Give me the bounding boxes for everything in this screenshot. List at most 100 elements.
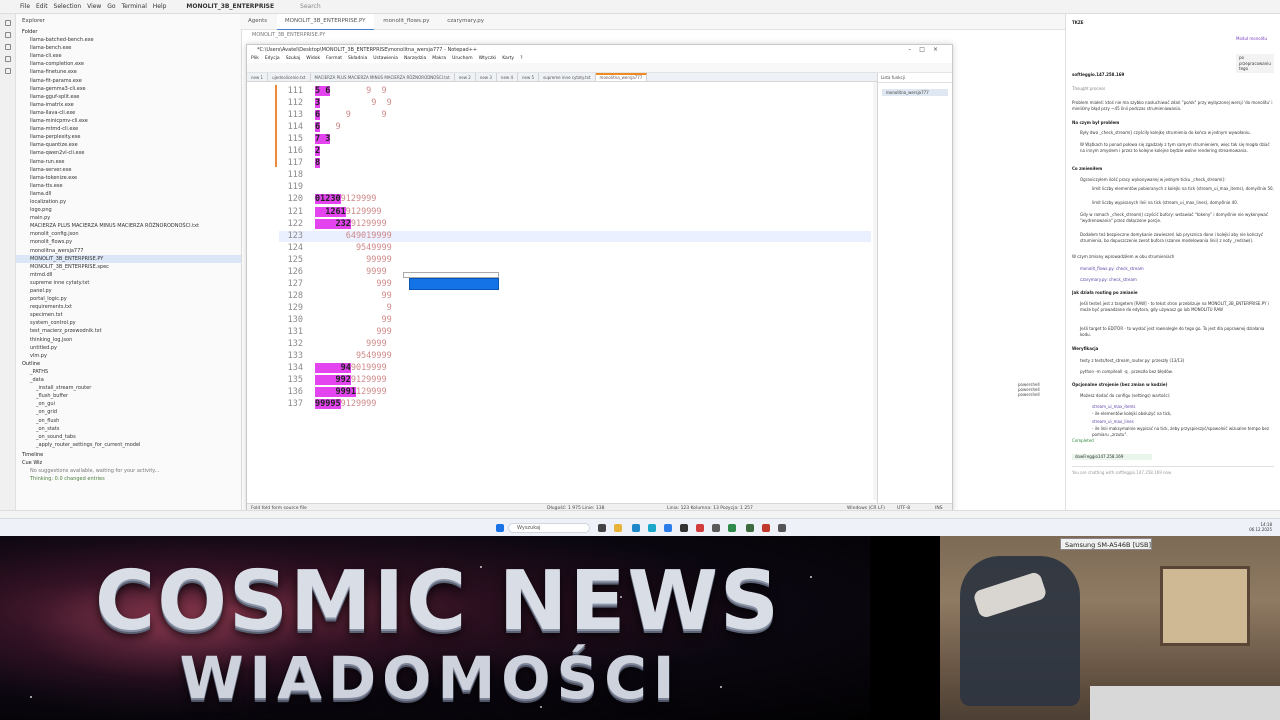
close-icon[interactable]: × <box>933 46 946 53</box>
vscode-icon[interactable] <box>664 524 672 532</box>
code-line[interactable]: 6 9 9 <box>315 110 387 121</box>
code-line[interactable]: 9 <box>315 303 392 314</box>
file-item[interactable]: MONOLIT_3B_ENTERPRISE.spec <box>16 263 241 271</box>
code-line[interactable]: 3 9 9 <box>315 98 392 109</box>
file-item[interactable]: llama-gemma3-cli.exe <box>16 85 241 93</box>
tab-monolit[interactable]: MONOLIT_3B_ENTERPRISE.PY <box>276 14 374 30</box>
npp-tab[interactable]: new 1 <box>247 73 269 81</box>
outline-item[interactable]: _on_gui <box>16 400 241 408</box>
tab-monolit-flows[interactable]: monolit_flows.py <box>375 14 437 30</box>
extensions-icon[interactable] <box>5 68 11 74</box>
file-item[interactable]: vlm.py <box>16 352 241 360</box>
code-line[interactable]: 5 6 9 9 <box>315 86 387 97</box>
file-item[interactable]: monolitna_wersja777 <box>16 247 241 255</box>
file-item[interactable]: llama.dll <box>16 190 241 198</box>
search-box[interactable]: Search <box>300 3 321 10</box>
npp-tab[interactable]: MACIERZA PLUS MACIERZA MINUS MACIERZA RÓ… <box>311 73 455 81</box>
chat-input[interactable]: You are chatting with softleggio.147.258… <box>1072 466 1274 476</box>
chat-code-link[interactable]: monolit_flows.py: check_stream <box>1072 266 1274 272</box>
code-line[interactable]: 999 <box>315 279 391 290</box>
menu-help[interactable]: Help <box>153 3 167 10</box>
menu-go[interactable]: Go <box>107 3 115 10</box>
file-item[interactable]: requirements.txt <box>16 303 241 311</box>
file-item[interactable]: llama-run.exe <box>16 158 241 166</box>
file-item[interactable]: llama-completion.exe <box>16 60 241 68</box>
chat-code-link[interactable]: czarymary.py: check_stream <box>1072 277 1274 283</box>
outline-header[interactable]: Outline <box>16 360 241 368</box>
npp-tab[interactable]: monolitna_wersja777 <box>595 73 648 81</box>
npp-menu-item[interactable]: Makra <box>432 56 446 61</box>
terminal-item[interactable]: powershell <box>1018 392 1062 397</box>
file-item[interactable]: llama-qwen2vl-cli.exe <box>16 149 241 157</box>
file-item[interactable]: monolit_flows.py <box>16 238 241 246</box>
file-item[interactable]: llama-gguf-split.exe <box>16 93 241 101</box>
maximize-icon[interactable]: □ <box>919 46 933 53</box>
code-line[interactable]: 9549999 <box>315 351 392 362</box>
outline-item[interactable]: _on_sound_tabs <box>16 433 241 441</box>
file-item[interactable]: llama-tokenize.exe <box>16 174 241 182</box>
code-line[interactable]: 9999 <box>315 267 386 278</box>
file-item[interactable]: MACIERZA PLUS MACIERZA MINUS MACIERZA RÓ… <box>16 222 241 230</box>
thought-toggle[interactable]: Thought process <box>1072 86 1274 92</box>
file-item[interactable]: llama-tts.exe <box>16 182 241 190</box>
terminal-icon[interactable] <box>728 524 736 532</box>
file-explorer-icon[interactable] <box>614 524 622 532</box>
autocomplete-selection[interactable] <box>409 278 499 290</box>
code-line[interactable]: 949019999 <box>315 363 387 374</box>
npp-menu-item[interactable]: Uruchom <box>452 56 472 61</box>
npp-tab[interactable]: ujednolicenie.txt <box>268 73 311 81</box>
folder-header[interactable]: Folder <box>16 28 241 36</box>
menu-selection[interactable]: Selection <box>54 3 82 10</box>
outline-item[interactable]: _on_flush <box>16 417 241 425</box>
code-line[interactable]: 999959129999 <box>315 399 376 410</box>
menu-terminal[interactable]: Terminal <box>122 3 147 10</box>
menu-file[interactable]: File <box>20 3 30 10</box>
npp-menu-item[interactable]: Edycja <box>265 56 280 61</box>
outline-item[interactable]: _on_grid <box>16 408 241 416</box>
app-icon[interactable] <box>680 524 688 532</box>
brave-icon[interactable] <box>696 524 704 532</box>
taskbar-search[interactable]: Wyszukaj <box>508 523 590 533</box>
npp-tab[interactable]: new 3 <box>476 73 497 81</box>
npp-menu-item[interactable]: Wtyczki <box>479 56 497 61</box>
file-item[interactable]: llama-minicpmv-cli.exe <box>16 117 241 125</box>
code-line[interactable]: 012309129999 <box>315 194 376 205</box>
outline-item[interactable]: _apply_router_settings_for_current_model <box>16 441 241 449</box>
file-item[interactable]: supreme inne cytaty.txt <box>16 279 241 287</box>
npp-menu-item[interactable]: Karty <box>502 56 514 61</box>
project-name[interactable]: MONOLIT_3B_ENTERPRISE <box>186 3 274 10</box>
file-item[interactable]: panel.py <box>16 287 241 295</box>
file-item[interactable]: llama-mtmd-cli.exe <box>16 125 241 133</box>
breadcrumb[interactable]: MONOLIT_3B_ENTERPRISE.PY <box>240 30 1065 40</box>
npp-menu-item[interactable]: Narzędzia <box>404 56 426 61</box>
file-item[interactable]: llama-llava-cli.exe <box>16 109 241 117</box>
code-line[interactable]: 9549999 <box>315 243 392 254</box>
app-icon[interactable] <box>778 524 786 532</box>
file-item[interactable]: main.py <box>16 214 241 222</box>
menu-view[interactable]: View <box>87 3 101 10</box>
outline-item[interactable]: _on_stats <box>16 425 241 433</box>
code-line[interactable]: 8 <box>315 158 321 169</box>
code-line[interactable]: 99 <box>315 291 392 302</box>
code-line[interactable]: 2329129999 <box>315 218 387 230</box>
file-item[interactable]: llama-quantize.exe <box>16 141 241 149</box>
file-item[interactable]: monolit_config.json <box>16 230 241 238</box>
file-item[interactable]: llama-perplexity.exe <box>16 133 241 141</box>
code-line[interactable]: 12619129999 <box>315 206 382 218</box>
file-item[interactable]: localization.py <box>16 198 241 206</box>
minimize-icon[interactable]: – <box>908 46 919 53</box>
file-item[interactable]: llama-batched-bench.exe <box>16 36 241 44</box>
edge-icon[interactable] <box>648 524 656 532</box>
file-item[interactable]: llama-bench.exe <box>16 44 241 52</box>
npp-menu-item[interactable]: Szukaj <box>286 56 301 61</box>
code-line[interactable]: 9991129999 <box>315 387 387 398</box>
file-item[interactable]: specimen.txt <box>16 311 241 319</box>
tab-agents[interactable]: Agents <box>240 14 275 30</box>
source-control-icon[interactable] <box>5 44 11 50</box>
npp-tab[interactable]: new 2 <box>455 73 476 81</box>
file-item[interactable]: system_control.py <box>16 319 241 327</box>
timeline-header[interactable]: Timeline <box>16 451 241 459</box>
code-line[interactable]: 9929129999 <box>315 375 387 386</box>
file-item[interactable]: llama-fit-params.exe <box>16 77 241 85</box>
code-line[interactable]: 9999 <box>315 339 386 350</box>
